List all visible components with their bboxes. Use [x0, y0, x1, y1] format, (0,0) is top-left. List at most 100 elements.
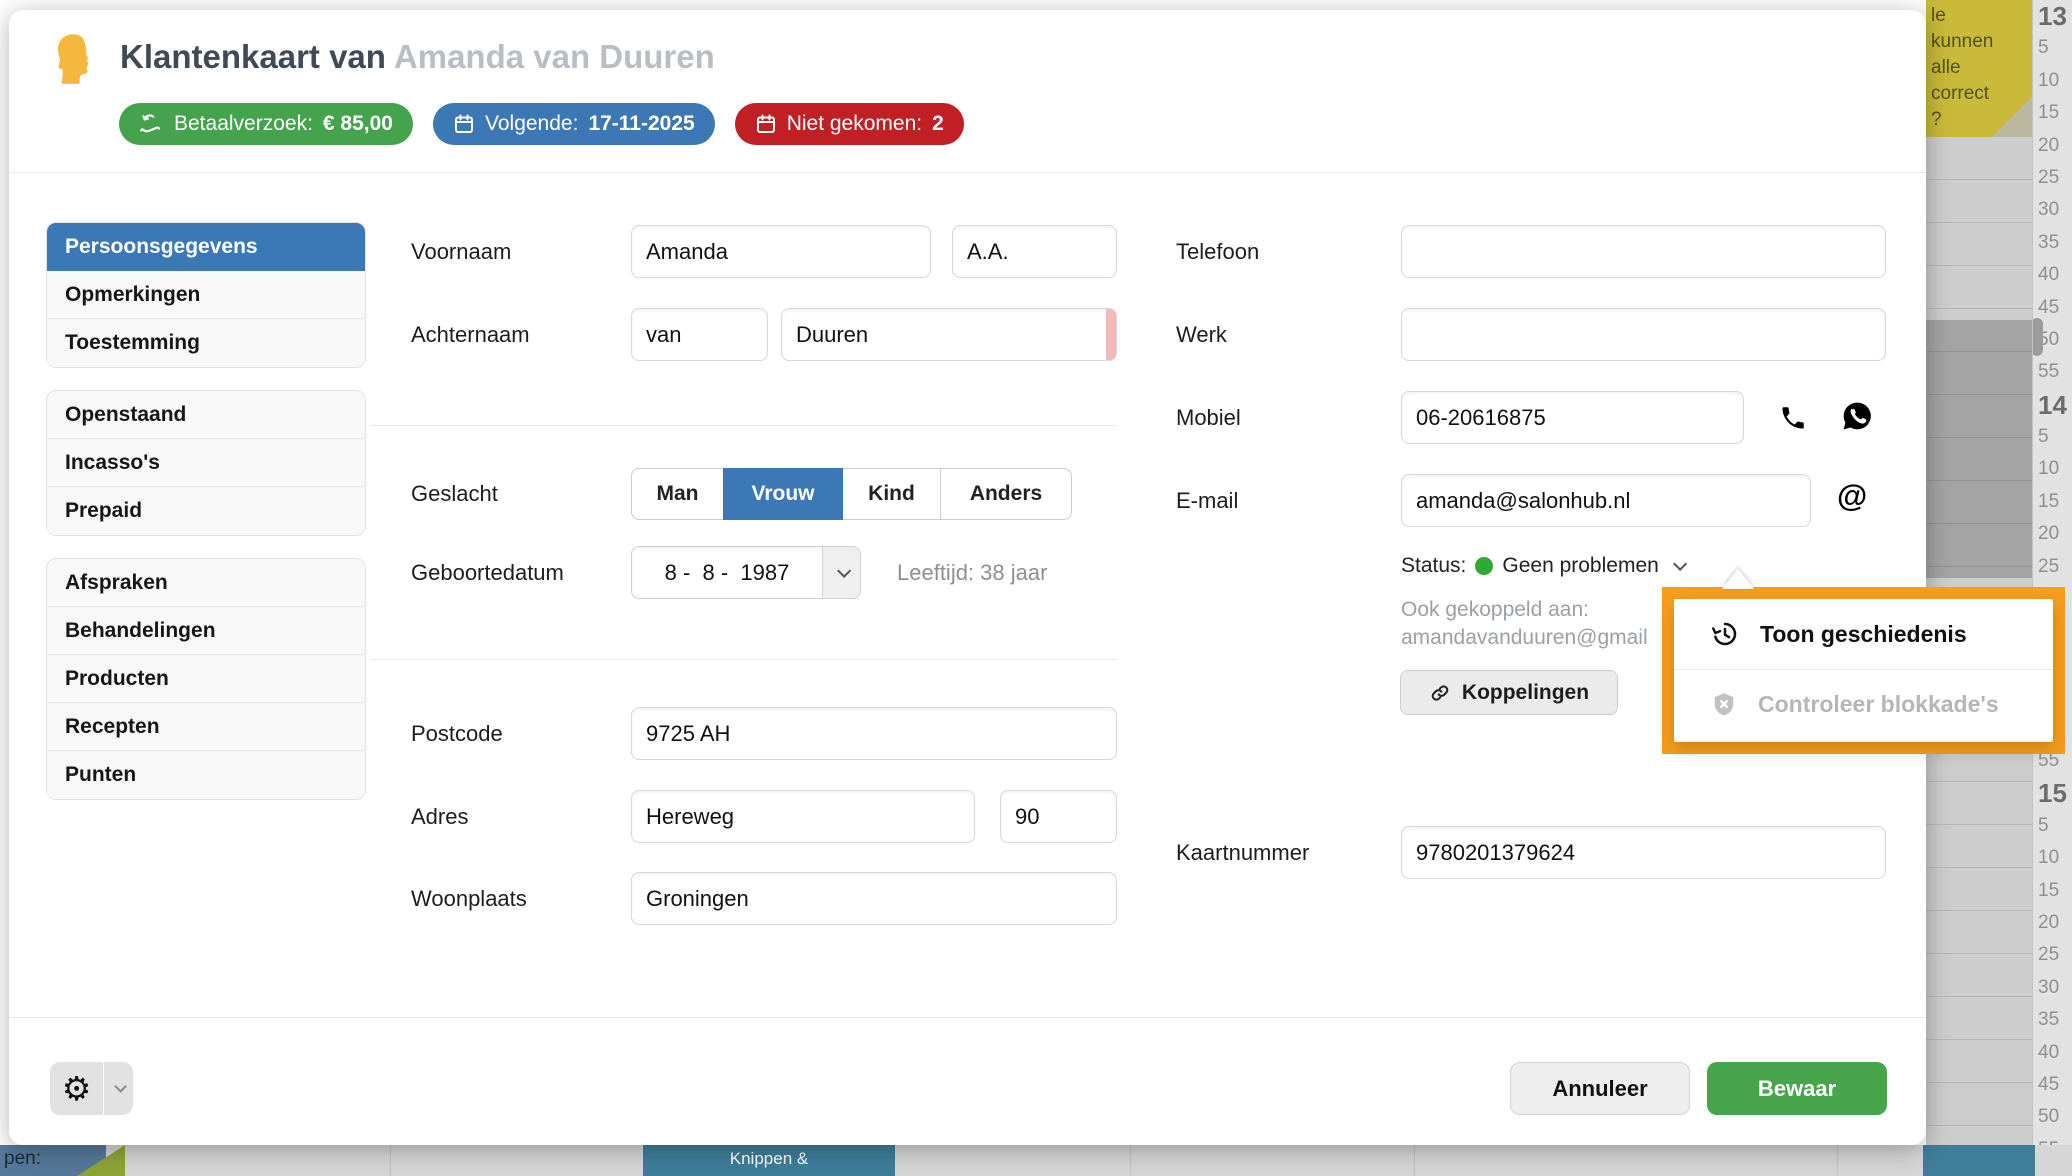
section-divider [370, 659, 1117, 660]
time-label: 20 [2033, 130, 2072, 162]
geslacht-label: Geslacht [411, 468, 498, 520]
scrollbar-thumb[interactable] [2032, 318, 2043, 356]
title-customer-name: Amanda van Duuren [394, 38, 715, 75]
sidebar-item[interactable]: Opmerkingen [47, 271, 365, 319]
badge-value: 17-11-2025 [588, 112, 694, 136]
linked-account-label: Ook gekoppeld aan: [1401, 598, 1691, 622]
email-input[interactable] [1401, 474, 1811, 527]
sidebar-item[interactable]: Producten [47, 655, 365, 703]
gender-option-vrouw[interactable]: Vrouw [723, 468, 843, 520]
postcode-input[interactable] [631, 707, 1117, 760]
shield-x-icon [1710, 691, 1738, 719]
status-chevron-icon[interactable] [1673, 557, 1687, 571]
sidebar-item[interactable]: Prepaid [47, 487, 365, 535]
menu-item-controleer-blokkades[interactable]: Controleer blokkade's [1674, 669, 2053, 739]
gear-icon[interactable]: ⚙ [50, 1062, 104, 1115]
sidebar-item[interactable]: Afspraken [47, 559, 365, 607]
time-label: 15 [2033, 97, 2072, 129]
koppelingen-label: Koppelingen [1462, 681, 1589, 705]
mobile-input[interactable] [1401, 391, 1744, 444]
time-label: 10 [2033, 65, 2072, 97]
sidebar-item[interactable]: Incasso's [47, 439, 365, 487]
settings-dropdown-toggle[interactable] [104, 1062, 133, 1115]
title-prefix: Klantenkaart van [120, 38, 386, 75]
email-label: E-mail [1176, 474, 1238, 527]
time-label: 20 [2033, 907, 2072, 939]
sidebar-item[interactable]: Punten [47, 751, 365, 799]
time-label: 25 [2033, 551, 2072, 583]
calendar-icon [453, 113, 475, 135]
voornaam-input[interactable] [631, 225, 931, 278]
email-at-icon[interactable]: @ [1837, 478, 1867, 514]
gender-option-kind[interactable]: Kind [842, 468, 941, 520]
phone-input[interactable] [1401, 225, 1886, 278]
chevron-down-icon [822, 547, 860, 598]
sticky-note-line: alle [1926, 55, 2032, 81]
voornaam-label: Voornaam [411, 225, 511, 278]
koppelingen-button[interactable]: Koppelingen [1400, 670, 1618, 715]
mobiel-label: Mobiel [1176, 391, 1241, 444]
time-label: 15 [2033, 486, 2072, 518]
menu-item-toon-geschiedenis[interactable]: Toon geschiedenis [1674, 599, 2053, 669]
header-divider [9, 172, 1926, 173]
initials-input[interactable] [952, 225, 1117, 278]
tussenvoegsel-input[interactable] [631, 308, 768, 361]
calendar-icon [755, 113, 777, 135]
sidebar-item[interactable]: Recepten [47, 703, 365, 751]
whatsapp-icon[interactable] [1835, 394, 1879, 438]
appointment-block [1923, 1145, 2035, 1176]
badge-value: 2 [932, 112, 944, 136]
next-appointment-badge[interactable]: Volgende: 17-11-2025 [433, 103, 715, 145]
save-button[interactable]: Bewaar [1707, 1062, 1887, 1115]
badge-label: Volgende: [485, 112, 578, 136]
sidebar-item[interactable]: Openstaand [47, 391, 365, 439]
link-icon [1429, 682, 1451, 704]
no-show-badge[interactable]: Niet gekomen: 2 [735, 103, 964, 145]
sidebar-item[interactable]: Behandelingen [47, 607, 365, 655]
birthdate-value: 8 - 8 - 1987 [632, 547, 822, 598]
achternaam-input[interactable] [781, 308, 1117, 361]
housenumber-input[interactable] [1000, 790, 1117, 843]
call-icon[interactable] [1771, 396, 1815, 440]
time-label: 30 [2033, 194, 2072, 226]
cardnumber-input[interactable] [1401, 826, 1886, 879]
settings-split-button[interactable]: ⚙ [50, 1062, 133, 1115]
dropdown-caret [1722, 569, 1754, 589]
hand-euro-icon [139, 113, 164, 136]
badge-label: Niet gekomen: [787, 112, 922, 136]
gender-option-man[interactable]: Man [631, 468, 724, 520]
street-input[interactable] [631, 790, 975, 843]
work-phone-input[interactable] [1401, 308, 1886, 361]
calendar-bottom-row: pen: Knippen & [0, 1145, 2072, 1176]
cancel-button[interactable]: Annuleer [1510, 1062, 1690, 1115]
time-label: 15 [2033, 875, 2072, 907]
time-label: 30 [2033, 972, 2072, 1004]
history-icon [1710, 619, 1740, 649]
sidebar-item[interactable]: Toestemming [47, 319, 365, 367]
sidebar-item[interactable]: Persoonsgegevens [47, 223, 365, 271]
city-input[interactable] [631, 872, 1117, 925]
sticky-note-line: le [1926, 3, 2032, 29]
time-label: 50 [2033, 1101, 2072, 1133]
section-divider [370, 425, 1117, 426]
footer-divider [9, 1017, 1926, 1018]
grid-line [390, 1145, 391, 1176]
color-tag-strip [1106, 309, 1116, 360]
time-label: 5 [2033, 810, 2072, 842]
sticky-note: lekunnenallecorrect? [1926, 0, 2032, 137]
postcode-label: Postcode [411, 707, 503, 760]
time-label: 10 [2033, 842, 2072, 874]
payment-request-badge[interactable]: Betaalverzoek: € 85,00 [119, 103, 413, 145]
page-title: Klantenkaart van Amanda van Duuren [120, 38, 715, 76]
sticky-note-line: kunnen [1926, 29, 2032, 55]
time-label: 40 [2033, 259, 2072, 291]
time-label: 13 [2033, 0, 2072, 32]
badge-label: Betaalverzoek: [174, 112, 313, 136]
dropdown-highlight-box: Toon geschiedenis Controleer blokkade's [1662, 587, 2065, 754]
birthdate-select[interactable]: 8 - 8 - 1987 [631, 546, 861, 599]
status-badges: Betaalverzoek: € 85,00 Volgende: 17-11-2… [119, 103, 964, 145]
time-label: 35 [2033, 227, 2072, 259]
gender-option-anders[interactable]: Anders [940, 468, 1072, 520]
adres-label: Adres [411, 790, 468, 843]
sidebar-group-personal: PersoonsgegevensOpmerkingenToestemming [46, 222, 366, 368]
